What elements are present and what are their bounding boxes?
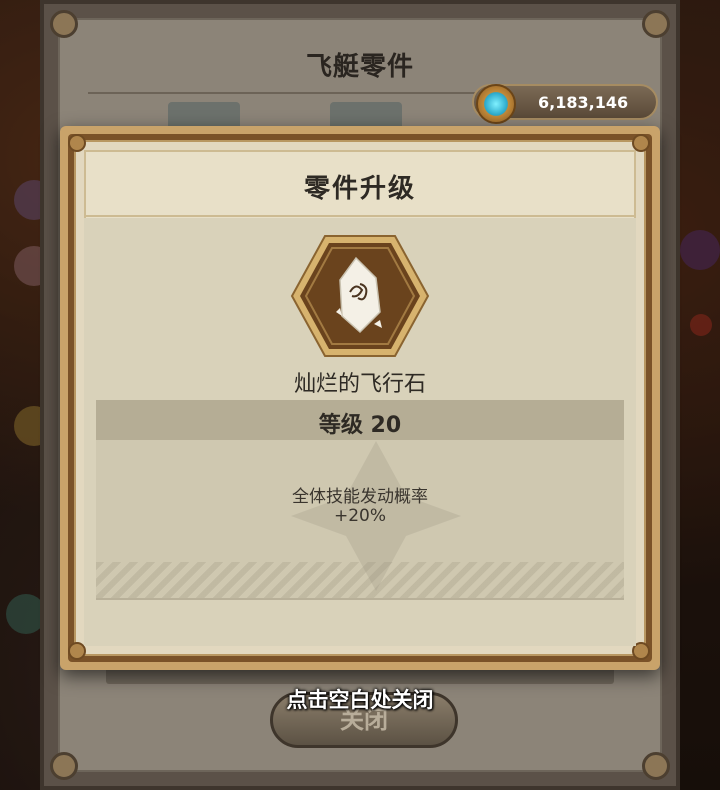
hatch-decoration <box>96 562 624 598</box>
item-name: 灿烂的飞行石 <box>293 372 426 397</box>
flying-stone-icon <box>290 234 430 358</box>
corner-rivet-icon <box>642 10 670 38</box>
corner-rivet-icon <box>50 10 78 38</box>
effect-name: 全体技能发动概率 <box>292 487 428 507</box>
level-bar: 等级 20 <box>96 400 624 440</box>
currency-display: 6,183,146 <box>472 84 658 124</box>
corner-ornament-icon <box>624 126 660 162</box>
corner-ornament-icon <box>60 126 96 162</box>
currency-amount: 6,183,146 <box>538 93 629 112</box>
dialog-title: 零件升级 <box>303 174 416 204</box>
part-upgrade-dialog: 零件升级 灿烂的飞行石 等级 20 全体技能发动概率 +20% <box>60 126 660 670</box>
effect-value: +20% <box>333 506 387 526</box>
corner-rivet-icon <box>642 752 670 780</box>
level-label: 等级 20 <box>318 413 402 438</box>
corner-rivet-icon <box>50 752 78 780</box>
panel-title: 飞艇零件 <box>305 52 414 82</box>
title-divider <box>84 215 636 217</box>
gear-crystal-icon <box>476 84 516 124</box>
effect-box: 全体技能发动概率 +20% <box>96 440 624 600</box>
tap-to-close-hint: 点击空白处关闭 <box>286 688 434 712</box>
